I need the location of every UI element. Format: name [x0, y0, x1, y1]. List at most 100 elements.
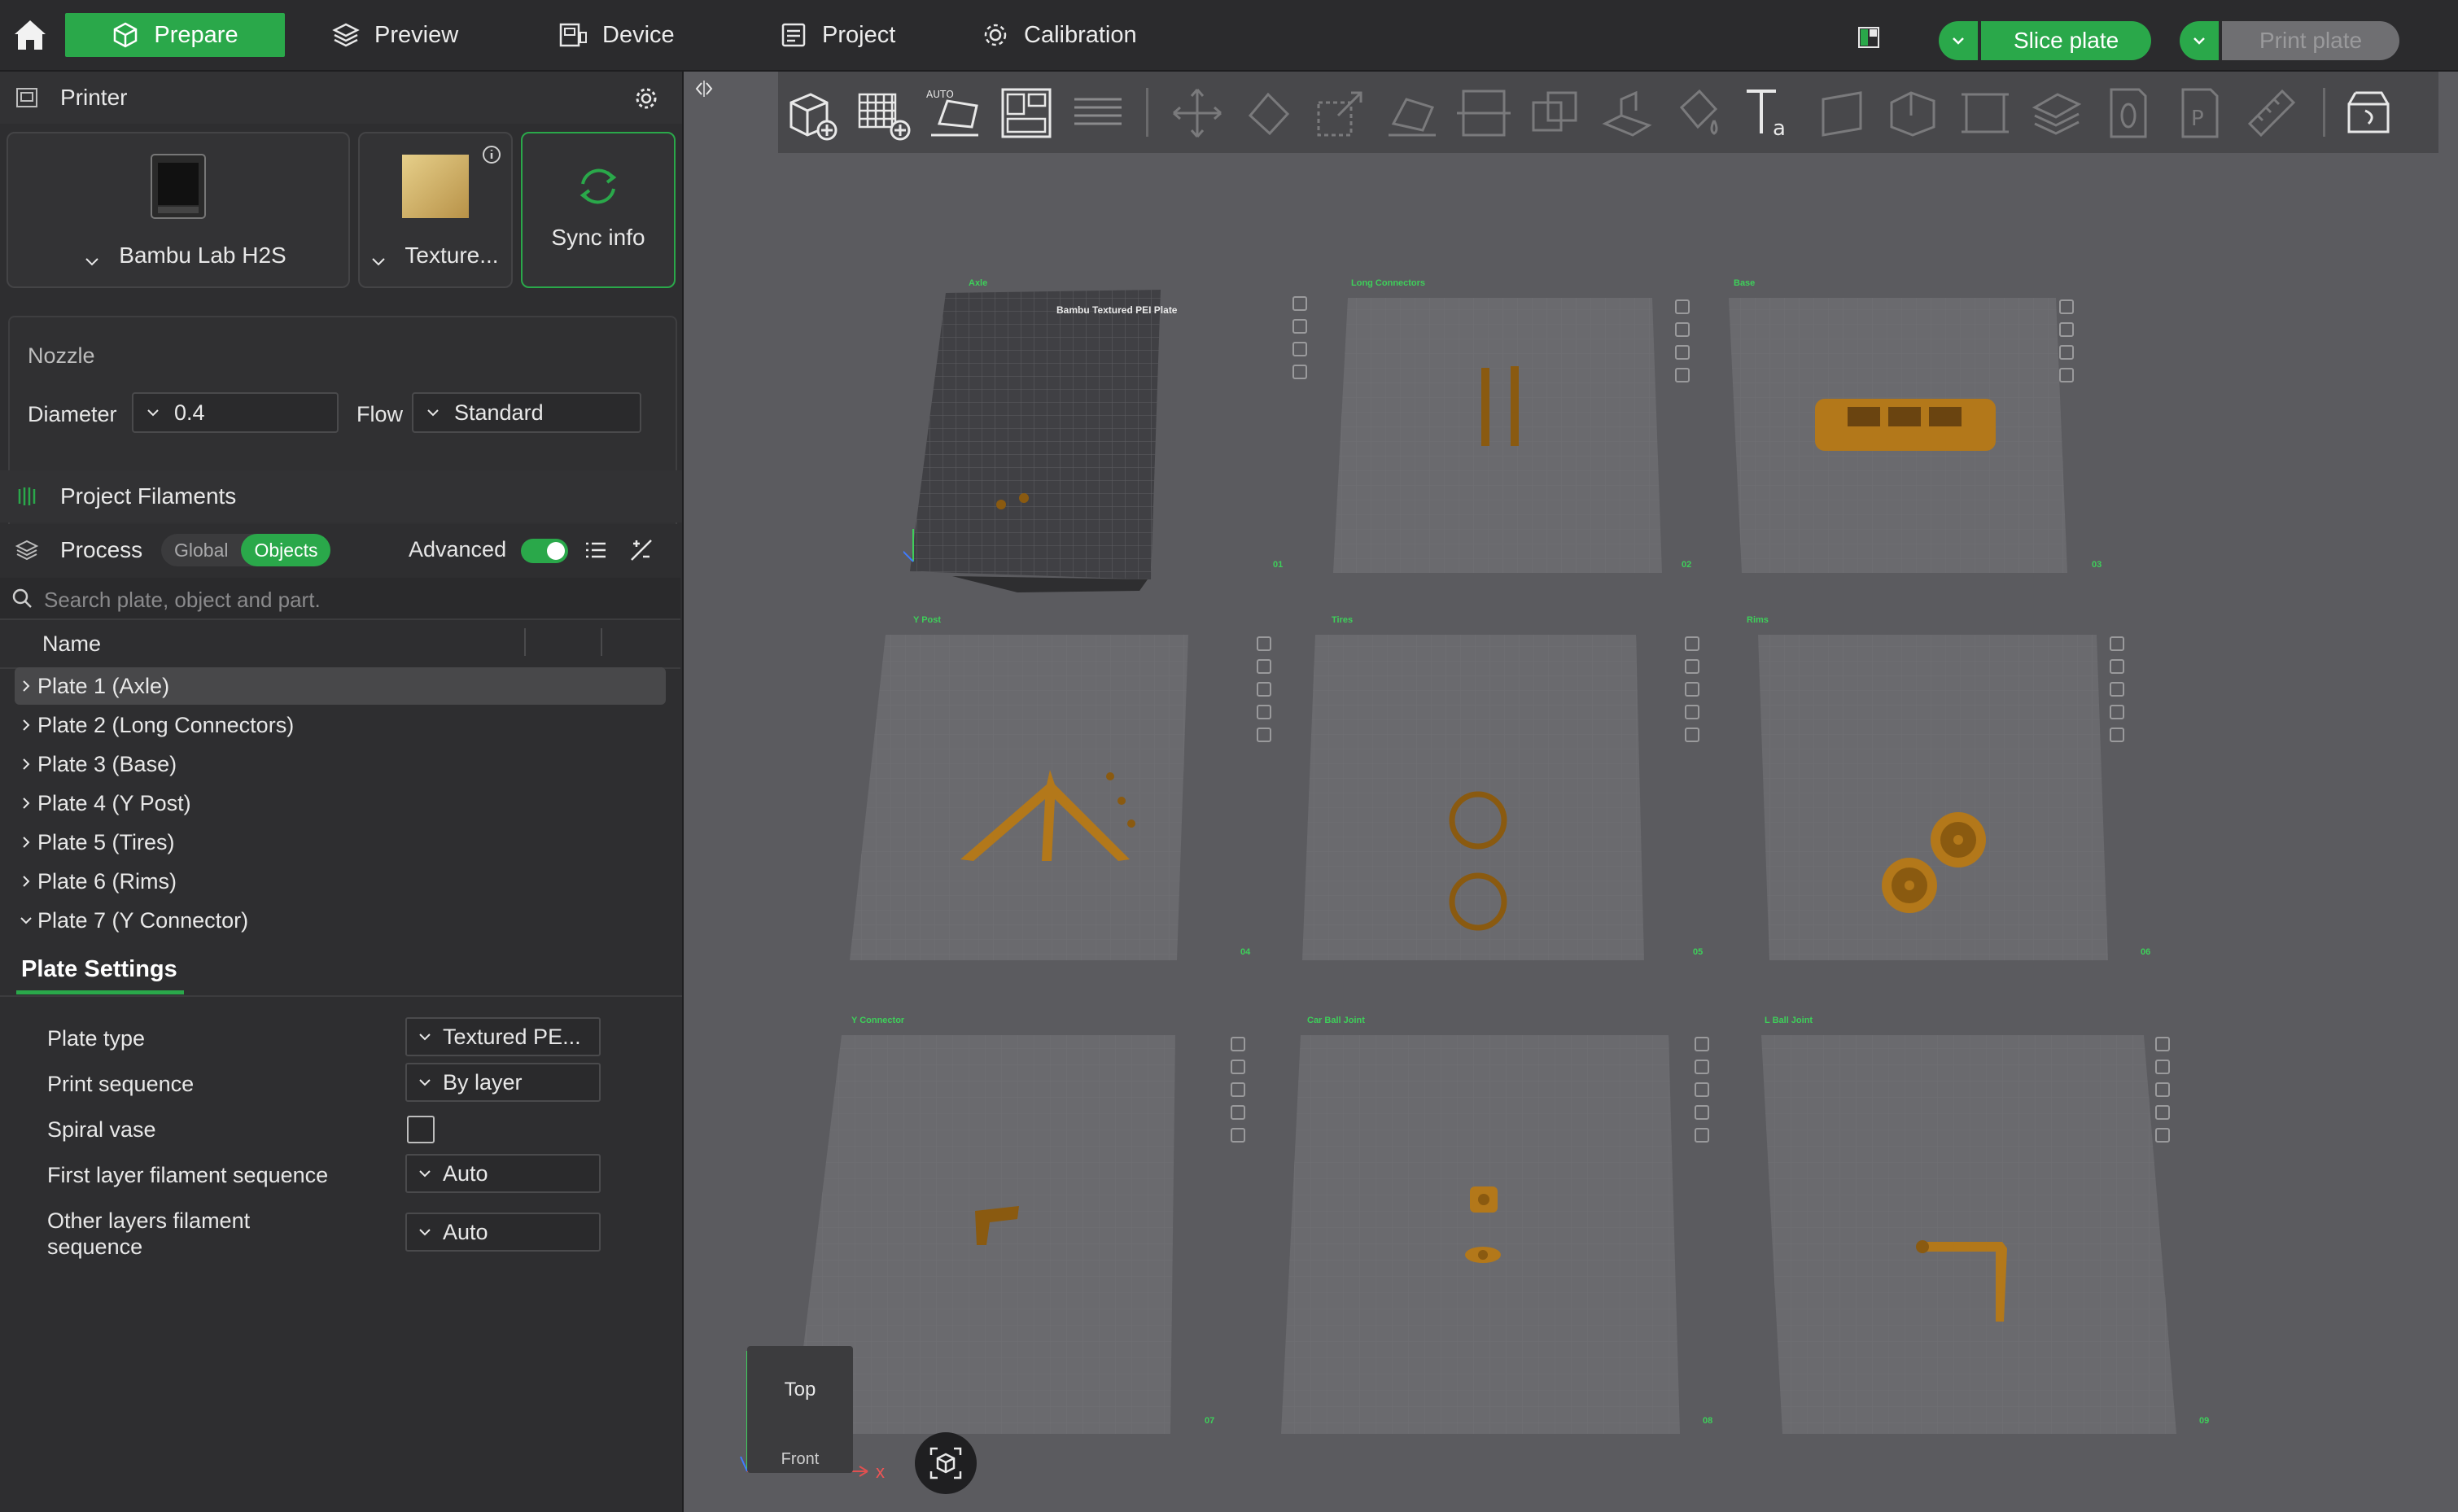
tree-row-plate-7[interactable]: Plate 7 (Y Connector) [15, 902, 666, 939]
info-icon[interactable] [482, 145, 501, 164]
column-divider[interactable] [601, 628, 602, 656]
advanced-toggle[interactable] [521, 539, 568, 563]
plate-6-controls[interactable] [2110, 636, 2124, 750]
chevron-right-icon[interactable] [15, 679, 37, 693]
objects-option[interactable]: Objects [241, 534, 331, 566]
tab-preview[interactable]: Preview [332, 13, 458, 57]
arrange-icon[interactable] [996, 83, 1056, 143]
plate-4[interactable] [846, 631, 1205, 965]
ruler-icon[interactable] [2242, 83, 2302, 143]
plate-1-controls[interactable] [1292, 296, 1307, 387]
process-layers-icon [13, 536, 41, 564]
column-divider[interactable] [524, 628, 526, 656]
list-icon[interactable] [583, 537, 609, 563]
plate-type-card[interactable]: Texture... [358, 132, 513, 288]
chevron-down-icon[interactable] [15, 915, 37, 926]
rotate-icon[interactable] [1239, 83, 1299, 143]
3d-viewport[interactable]: AUTO a P Axle Bambu Textured PEI Plate 0… [684, 72, 2458, 1512]
plate-3[interactable] [1725, 295, 2092, 579]
lay-on-face-icon[interactable] [1382, 83, 1442, 143]
flow-select[interactable]: Standard [412, 392, 641, 433]
tab-device[interactable]: Device [558, 13, 675, 57]
filament-icon [13, 483, 41, 510]
color-paint-icon[interactable] [1669, 83, 1729, 143]
first-layer-sequence-select[interactable]: Auto [405, 1154, 601, 1193]
assembly-icon[interactable] [1955, 83, 2015, 143]
object-search-input[interactable]: Search plate, object and part. [0, 578, 680, 620]
tab-project[interactable]: Project [780, 13, 895, 57]
plate-2-controls[interactable] [1675, 299, 1690, 391]
print-plate-button[interactable]: Print plate [2222, 21, 2400, 60]
chevron-right-icon[interactable] [15, 874, 37, 889]
plate-6[interactable] [1755, 631, 2129, 965]
paint-seam-icon[interactable]: P [2170, 83, 2230, 143]
add-plate-icon[interactable] [853, 83, 913, 143]
plate-type-select[interactable]: Textured PE... [405, 1017, 601, 1056]
plate-5[interactable] [1299, 631, 1665, 965]
chevron-right-icon[interactable] [15, 835, 37, 850]
print-sequence-select[interactable]: By layer [405, 1063, 601, 1102]
tree-row-plate-2[interactable]: Plate 2 (Long Connectors) [15, 706, 666, 744]
tab-calibration[interactable]: Calibration [982, 13, 1137, 57]
diameter-select[interactable]: 0.4 [132, 392, 339, 433]
gear-icon[interactable] [633, 85, 659, 111]
view-cube[interactable]: Top Front [747, 1346, 853, 1473]
plate-9[interactable] [1758, 1032, 2189, 1439]
name-column-header[interactable]: Name [42, 631, 101, 657]
filaments-section-header[interactable]: Project Filaments [0, 470, 682, 522]
slice-plate-button[interactable]: Slice plate [1981, 21, 2152, 60]
spiral-vase-checkbox[interactable] [407, 1116, 435, 1143]
tree-row-plate-5[interactable]: Plate 5 (Tires) [15, 824, 666, 861]
chevron-right-icon[interactable] [15, 718, 37, 732]
plate-7-name: Y Connector [851, 1016, 905, 1025]
move-icon[interactable] [1167, 83, 1227, 143]
measure-icon[interactable] [1883, 83, 1944, 143]
plate-4-controls[interactable] [1257, 636, 1271, 750]
plate-3-controls[interactable] [2059, 299, 2074, 391]
slice-dropdown-button[interactable] [1939, 21, 1978, 60]
scale-icon[interactable] [1310, 83, 1371, 143]
boolean-icon[interactable] [1525, 83, 1585, 143]
plate-5-controls[interactable] [1685, 636, 1699, 750]
fit-view-button[interactable] [915, 1432, 977, 1494]
tree-row-plate-6[interactable]: Plate 6 (Rims) [15, 863, 666, 900]
svg-emboss-icon[interactable] [1812, 83, 1872, 143]
text-icon[interactable]: a [1740, 83, 1800, 143]
plate-8[interactable] [1278, 1032, 1693, 1439]
chevron-right-icon[interactable] [15, 757, 37, 771]
tree-row-plate-1[interactable]: Plate 1 (Axle) [15, 667, 666, 705]
global-option[interactable]: Global [161, 534, 241, 566]
advanced-label: Advanced [409, 537, 507, 562]
left-panel: Printer Bambu Lab H2S Texture... Sync in… [0, 72, 684, 1512]
tree-row-plate-3[interactable]: Plate 3 (Base) [15, 745, 666, 783]
plate-1-number: 01 [1273, 560, 1284, 570]
plate-7-controls[interactable] [1231, 1037, 1245, 1151]
support-paint-icon[interactable] [1597, 83, 1657, 143]
process-scope-toggle[interactable]: Global Objects [161, 534, 331, 566]
brim-ears-icon[interactable] [2098, 83, 2158, 143]
plate-9-controls[interactable] [2155, 1037, 2170, 1151]
compare-icon[interactable] [628, 537, 654, 563]
tab-label: Prepare [154, 21, 238, 48]
layer-range-icon[interactable] [2027, 83, 2087, 143]
plate-8-controls[interactable] [1695, 1037, 1709, 1151]
slice-view-icon[interactable] [2341, 83, 2401, 143]
plate-settings-tab[interactable]: Plate Settings [0, 946, 682, 997]
home-icon[interactable] [10, 15, 50, 55]
print-dropdown-button[interactable] [2180, 21, 2219, 60]
tree-row-plate-4[interactable]: Plate 4 (Y Post) [15, 784, 666, 822]
plate-1[interactable] [903, 285, 1196, 602]
sync-info-button[interactable]: Sync info [521, 132, 676, 288]
chevron-right-icon[interactable] [15, 796, 37, 811]
tab-prepare[interactable]: Prepare [65, 13, 285, 57]
printer-card[interactable]: Bambu Lab H2S [7, 132, 350, 288]
plate-2[interactable] [1327, 295, 1685, 579]
cut-icon[interactable] [1454, 83, 1514, 143]
collapse-sidebar-icon[interactable] [692, 76, 716, 101]
layout-icon[interactable] [1857, 26, 1880, 49]
auto-orient-icon[interactable]: AUTO [925, 83, 985, 143]
add-object-icon[interactable] [781, 83, 842, 143]
layers-toggle-icon[interactable] [1068, 83, 1128, 143]
toolbar-divider [1146, 88, 1148, 137]
other-layers-sequence-select[interactable]: Auto [405, 1213, 601, 1252]
